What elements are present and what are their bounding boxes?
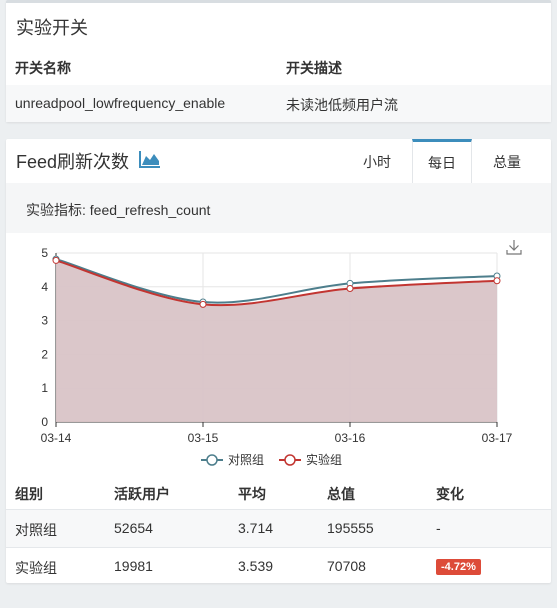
column-group: 组别 — [15, 486, 43, 502]
y-tick-label: 5 — [41, 246, 48, 260]
y-tick-label: 4 — [41, 280, 48, 294]
active-users: 52654 — [114, 520, 153, 536]
change-value: - — [436, 520, 441, 536]
active-users: 19981 — [114, 558, 153, 574]
table-row: 实验组 19981 3.539 70708 -4.72% — [6, 548, 551, 585]
group-name: 对照组 — [15, 522, 57, 538]
legend-label: 对照组 — [228, 453, 264, 467]
stats-table-header: 组别 活跃用户 平均 总值 变化 — [6, 473, 551, 510]
total-value: 70708 — [327, 558, 366, 574]
tab-daily[interactable]: 每日 — [412, 139, 472, 186]
x-tick-label: 03-16 — [335, 431, 366, 445]
switch-name: unreadpool_lowfrequency_enable — [15, 95, 226, 111]
average-value: 3.714 — [238, 520, 274, 536]
y-tick-label: 2 — [41, 347, 48, 361]
legend-label: 实验组 — [306, 452, 342, 467]
data-point — [346, 284, 354, 292]
y-tick-label: 1 — [41, 381, 48, 395]
average-value: 3.539 — [238, 558, 274, 574]
indicator-label: 实验指标: feed_refresh_count — [26, 202, 211, 218]
data-point — [52, 256, 60, 264]
column-switch-name: 开关名称 — [15, 60, 71, 76]
legend-marker — [206, 454, 218, 466]
switch-panel-title: 实验开关 — [16, 18, 88, 38]
column-switch-desc: 开关描述 — [286, 60, 342, 76]
switch-table-header: 开关名称 开关描述 — [6, 47, 551, 86]
tab-hourly[interactable]: 小时 — [346, 139, 408, 183]
x-tick-label: 03-17 — [482, 431, 513, 445]
y-tick-label: 0 — [41, 415, 48, 429]
data-point — [493, 277, 501, 285]
column-total: 总值 — [327, 486, 355, 502]
change-badge-wrap: -4.72% — [436, 558, 481, 576]
total-value: 195555 — [327, 520, 374, 536]
x-tick-label: 03-15 — [188, 431, 219, 445]
data-point — [199, 300, 207, 308]
y-tick-label: 3 — [41, 314, 48, 328]
switch-desc: 未读池低频用户流 — [286, 97, 398, 113]
table-row: unreadpool_lowfrequency_enable 未读池低频用户流 — [6, 85, 551, 122]
metric-panel: Feed刷新次数 小时 每日 总量 实验指标: feed_refresh_cou… — [6, 139, 551, 583]
tab-total[interactable]: 总量 — [476, 139, 538, 183]
indicator-bar: 实验指标: feed_refresh_count — [6, 183, 551, 233]
metric-panel-title: Feed刷新次数 — [16, 152, 130, 172]
switch-panel: 实验开关 开关名称 开关描述 unreadpool_lowfrequency_e… — [6, 0, 551, 122]
column-average: 平均 — [238, 486, 266, 502]
table-row: 对照组 52654 3.714 195555 - — [6, 510, 551, 548]
column-change: 变化 — [436, 486, 464, 502]
change-badge: -4.72% — [436, 559, 481, 575]
area-chart-icon — [139, 150, 161, 173]
x-tick-label: 03-14 — [41, 431, 72, 445]
column-active-users: 活跃用户 — [114, 486, 170, 502]
line-chart: 0 1 2 3 4 5 03-14 03-15 03-16 03-17 对照组 实验组 — [41, 246, 513, 467]
group-name: 实验组 — [15, 560, 57, 576]
legend-marker — [284, 454, 296, 466]
